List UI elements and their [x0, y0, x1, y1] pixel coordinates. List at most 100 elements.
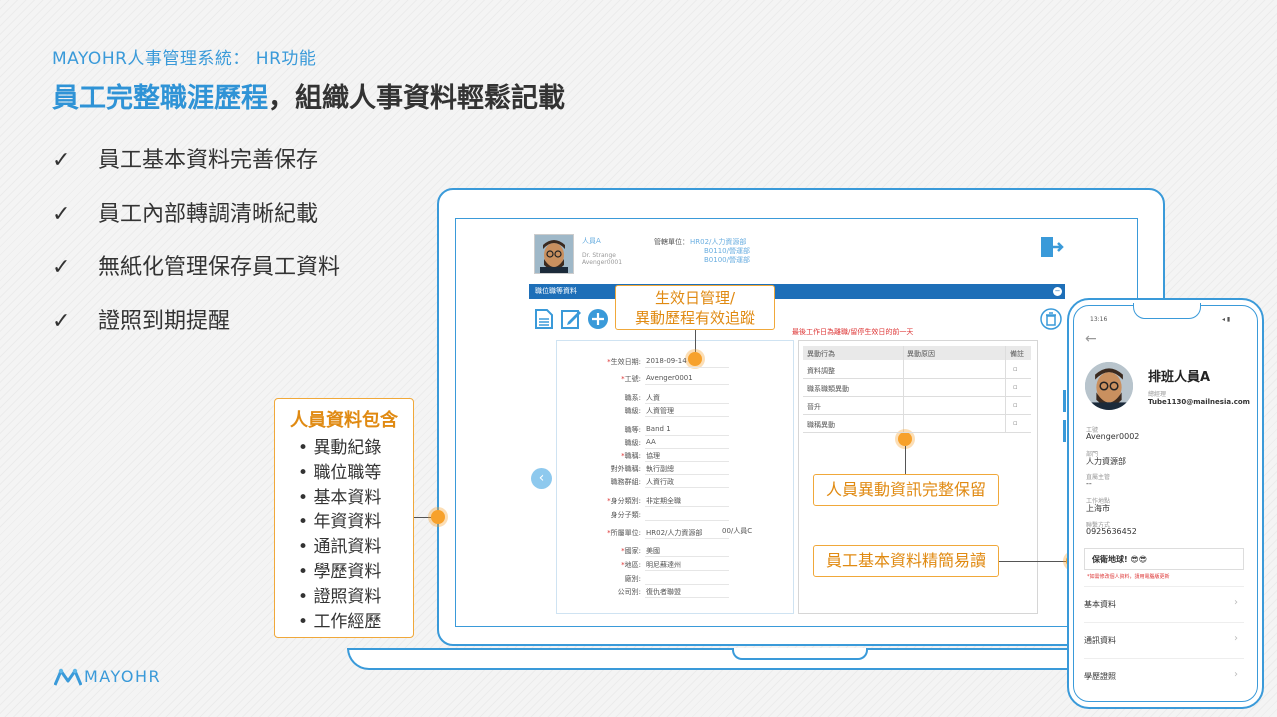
form-underline [645, 584, 729, 585]
edit-icon[interactable] [560, 308, 582, 330]
check-icon: ✓ [52, 148, 71, 173]
data-type-item: • 通訊資料 [298, 532, 381, 557]
note-icon[interactable]: ▫ [1013, 419, 1018, 427]
form-value[interactable]: 協理 [646, 451, 660, 461]
callout-basic-info: 員工基本資料精簡易讀 [813, 545, 999, 577]
note-icon[interactable]: ▫ [1013, 383, 1018, 391]
phone-field-value: 0925636452 [1086, 527, 1137, 536]
form-underline [645, 367, 729, 368]
phone-side-button [1063, 420, 1066, 442]
form-label: *地區: [571, 560, 641, 570]
bullet-icon: • [298, 611, 314, 632]
form-value[interactable]: 非定期全職 [646, 496, 681, 506]
employee-name: 人員A [582, 237, 601, 245]
form-value[interactable]: 復仇者聯盟 [646, 587, 681, 597]
warning-text: 最後工作日為離職/留停生效日的前一天 [792, 328, 914, 336]
form-underline [645, 506, 729, 507]
chevron-right-icon[interactable]: › [1234, 597, 1238, 608]
document-icon[interactable] [533, 308, 555, 330]
phone-status-icons: ◂ ▮ [1222, 316, 1231, 323]
data-type-text: 基本資料 [313, 487, 382, 508]
feature-item: ✓ 證照到期提醒 [52, 303, 230, 335]
phone-field-value: 人力資源部 [1086, 457, 1126, 466]
logout-icon[interactable] [1040, 236, 1064, 262]
check-icon: ✓ [52, 255, 71, 280]
form-value[interactable]: 人資行政 [646, 477, 674, 487]
form-value[interactable]: 2018-09-14 [646, 357, 687, 365]
phone-user-email: Tube1130@mailnesia.com [1148, 398, 1250, 406]
phone-motto: 保衛地球! 😎😎 [1092, 555, 1148, 564]
form-label-text: 身分子類: [610, 511, 641, 519]
connector-line [905, 446, 906, 474]
form-value[interactable]: 明尼蘇達州 [646, 560, 681, 570]
data-type-text: 職位職等 [313, 462, 382, 483]
phone-side-button [1063, 390, 1066, 412]
feature-text: 證照到期提醒 [98, 309, 231, 334]
history-row-action: 職稱異動 [807, 421, 835, 429]
trash-icon[interactable] [1040, 308, 1062, 330]
form-label: *身分類別: [571, 496, 641, 506]
avatar [534, 234, 574, 274]
form-underline [645, 435, 729, 436]
history-row[interactable] [803, 378, 1031, 379]
note-icon[interactable]: ▫ [1013, 401, 1018, 409]
add-icon[interactable] [587, 308, 609, 330]
bullet-icon: • [298, 537, 314, 558]
callout-change-info: 人員異動資訊完整保留 [813, 474, 999, 506]
form-underline [645, 556, 729, 557]
form-value[interactable]: 美國 [646, 546, 660, 556]
form-label: 廠別: [571, 574, 641, 584]
form-label-text: 職務群組: [610, 478, 641, 486]
form-value[interactable]: Band 1 [646, 425, 671, 433]
form-value[interactable]: HR02/人力資源部 [646, 528, 702, 538]
feature-text: 員工基本資料完善保存 [98, 148, 319, 173]
data-type-item: • 學歷資料 [298, 557, 381, 582]
phone-time: 13:16 [1090, 316, 1108, 323]
phone-menu-item[interactable]: 基本資料 [1084, 599, 1116, 610]
data-type-item: • 工作經歷 [298, 607, 381, 632]
back-arrow-icon[interactable]: ← [1085, 331, 1097, 347]
phone-menu-divider [1084, 658, 1244, 659]
collapse-button[interactable]: − [1053, 287, 1062, 296]
form-value[interactable]: Avenger0001 [646, 374, 693, 382]
chevron-right-icon[interactable]: › [1234, 669, 1238, 680]
form-label-text: 生效日期: [610, 358, 641, 366]
form-value[interactable]: 執行副總 [646, 464, 674, 474]
connector-line [999, 561, 1067, 562]
prev-record-button[interactable]: ‹ [531, 468, 552, 489]
phone-menu-item[interactable]: 學歷證照 [1084, 671, 1116, 682]
history-row[interactable] [803, 396, 1031, 397]
phone-menu-item[interactable]: 通訊資料 [1084, 635, 1116, 646]
phone-field-value: -- [1086, 479, 1092, 488]
bullet-icon: • [298, 586, 314, 607]
form-value[interactable]: AA [646, 438, 656, 446]
bullet-icon: • [298, 512, 314, 533]
form-value[interactable]: 人資管理 [646, 406, 674, 416]
bullet-icon: • [298, 562, 314, 582]
form-label: *所屬單位: [571, 528, 641, 538]
form-underline [645, 538, 729, 539]
chevron-right-icon[interactable]: › [1234, 633, 1238, 644]
history-row[interactable] [803, 432, 1031, 433]
form-value[interactable]: 人資 [646, 393, 660, 403]
data-type-text: 學歷資料 [313, 562, 382, 582]
history-row-action: 資料調整 [807, 367, 835, 375]
data-type-text: 工作經歷 [313, 611, 382, 632]
history-row[interactable] [803, 414, 1031, 415]
form-label-text: 所屬單位: [610, 529, 641, 537]
form-underline [645, 570, 729, 571]
data-type-text: 年資資料 [313, 512, 382, 533]
form-underline [645, 461, 729, 462]
note-icon[interactable]: ▫ [1013, 365, 1018, 373]
bullet-icon: • [298, 462, 314, 483]
phone-user-role: 總經理 [1148, 391, 1167, 398]
form-label: 職系: [571, 393, 641, 403]
feature-item: ✓ 無紙化管理保存員工資料 [52, 249, 340, 281]
form-underline [645, 403, 729, 404]
check-icon: ✓ [52, 309, 71, 334]
form-label-text: 職系: [624, 394, 641, 402]
phone-note: *如需修改個人資料，請用電腦版更新 [1087, 574, 1170, 580]
callout-line: 異動歷程有效追蹤 [634, 309, 755, 327]
form-label: *工號: [571, 374, 641, 384]
title-highlight: 員工完整職涯歷程 [52, 83, 268, 114]
